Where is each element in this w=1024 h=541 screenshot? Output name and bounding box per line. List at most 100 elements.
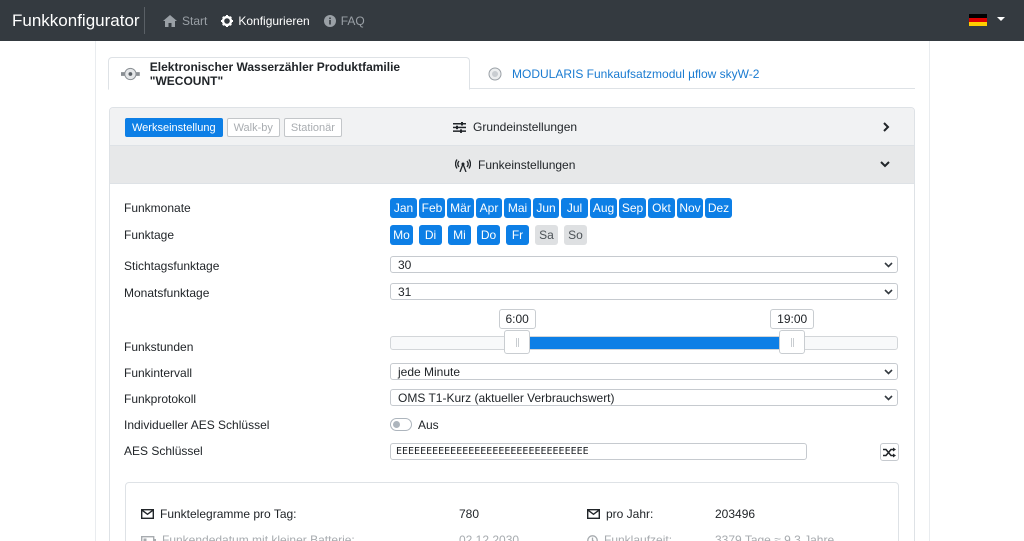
section-grundeinstellungen[interactable]: Werkseinstellung Walk-by Stationär Grund… (110, 108, 914, 146)
funkstunden-label: Funkstunden (124, 340, 194, 354)
stat-per-year-label-text: pro Jahr: (606, 507, 654, 521)
monatsfunktage-value: 31 (398, 284, 412, 299)
stat-end-date-label: Funkendedatum mit kleiner Batterie: (141, 533, 355, 541)
tab-modularis-label: MODULARIS Funkaufsatzmodul µflow skyW-2 (512, 66, 760, 81)
day-chip-fr[interactable]: Fr (506, 225, 529, 245)
aes-individuell-value: Aus (418, 418, 439, 432)
nav-konfigurieren[interactable]: Konfigurieren (221, 13, 310, 28)
month-chip-feb[interactable]: Feb (419, 198, 445, 218)
nav-start-label: Start (182, 13, 208, 28)
funkintervall-value: jede Minute (398, 364, 461, 379)
month-chip-mär[interactable]: Mär (447, 198, 474, 218)
month-chip-dez[interactable]: Dez (705, 198, 732, 218)
envelope-icon (587, 509, 600, 519)
month-chip-aug[interactable]: Aug (590, 198, 617, 218)
clock-icon (587, 534, 598, 541)
day-chip-mo[interactable]: Mo (390, 225, 413, 245)
shuffle-icon (883, 447, 896, 457)
preset-buttons: Werkseinstellung Walk-by Stationär (125, 118, 346, 137)
stat-runtime-value: 3379 Tage ≈ 9,3 Jahre (715, 533, 835, 541)
battery-icon (141, 535, 156, 541)
funkintervall-label: Funkintervall (124, 366, 193, 380)
grund-title: Grundeinstellungen (453, 120, 577, 134)
monatsfunktage-select[interactable]: 31 (390, 283, 898, 300)
stichtagsfunktage-value: 30 (398, 257, 412, 272)
stat-runtime-label-text: Funklaufzeit: (604, 533, 673, 541)
brand-title[interactable]: Funkkonfigurator (0, 11, 144, 31)
aes-schluessel-label: AES Schlüssel (124, 444, 203, 458)
funk-title-label: Funkeinstellungen (478, 158, 576, 172)
slider-end-tooltip: 19:00 (770, 309, 815, 329)
funkmonate-label: Funkmonate (124, 201, 191, 215)
funkstunden-slider[interactable] (390, 336, 898, 350)
chevron-right-icon[interactable] (882, 122, 890, 132)
month-chip-sep[interactable]: Sep (619, 198, 646, 218)
month-chip-jul[interactable]: Jul (561, 198, 588, 218)
month-chip-nov[interactable]: Nov (677, 198, 703, 218)
funk-title: Funkeinstellungen (455, 158, 575, 172)
day-chip-so[interactable]: So (564, 225, 587, 245)
nav-start[interactable]: Start (163, 14, 207, 28)
tab-wecount[interactable]: Elektronischer Wasserzähler Produktfamil… (108, 57, 470, 90)
funktage-label: Funktage (124, 228, 175, 242)
stat-per-year-value: 203496 (715, 507, 756, 521)
day-chip-di[interactable]: Di (419, 225, 442, 245)
day-chips: Mo Di Mi Do Fr Sa So (390, 225, 593, 245)
stichtagsfunktage-label: Stichtagsfunktage (124, 259, 220, 273)
stat-runtime-label: Funklaufzeit: (587, 533, 672, 541)
envelope-icon (141, 509, 154, 519)
slider-start-handle[interactable] (504, 330, 530, 354)
aes-individuell-label: Individueller AES Schlüssel (124, 418, 270, 432)
aes-key-input[interactable]: EEEEEEEEEEEEEEEEEEEEEEEEEEEEEEEE (390, 443, 807, 460)
month-chip-apr[interactable]: Apr (476, 198, 502, 218)
stat-end-date-label-text: Funkendedatum mit kleiner Batterie: (162, 533, 355, 541)
stat-per-day-value: 780 (459, 507, 480, 521)
info-icon (323, 14, 336, 27)
product-tabs: Elektronischer Wasserzähler Produktfamil… (108, 57, 915, 90)
preset-werkseinstellung-button[interactable]: Werkseinstellung (125, 118, 223, 137)
funkprotokoll-label: Funkprotokoll (124, 392, 197, 406)
month-chip-mai[interactable]: Mai (504, 198, 531, 218)
chevron-down-icon[interactable] (880, 160, 890, 168)
section-funkeinstellungen[interactable]: Funkeinstellungen (110, 146, 914, 184)
grund-title-label: Grundeinstellungen (473, 120, 578, 134)
home-icon (163, 14, 177, 27)
tab-wecount-label: Elektronischer Wasserzähler Produktfamil… (149, 59, 401, 88)
language-dropdown-caret[interactable] (997, 17, 1005, 21)
funkprotokoll-value: OMS T1-Kurz (aktueller Verbrauchswert) (398, 390, 615, 405)
month-chip-okt[interactable]: Okt (648, 198, 675, 218)
funkintervall-select[interactable]: jede Minute (390, 363, 898, 380)
preset-stationaer-button[interactable]: Stationär (283, 118, 342, 137)
monatsfunktage-label: Monatsfunktage (124, 286, 210, 300)
gear-icon (221, 14, 234, 27)
aes-individuell-toggle[interactable] (390, 418, 412, 431)
nav-faq[interactable]: FAQ (323, 13, 365, 28)
radio-module-icon (488, 67, 502, 80)
funkprotokoll-select[interactable]: OMS T1-Kurz (aktueller Verbrauchswert) (390, 389, 898, 406)
stat-per-day-label-text: Funktelegramme pro Tag: (160, 507, 297, 521)
slider-end-handle[interactable] (779, 330, 806, 354)
day-chip-sa[interactable]: Sa (535, 225, 558, 245)
slider-range-fill (518, 337, 794, 349)
nav-faq-label: FAQ (340, 13, 365, 28)
month-chip-jan[interactable]: Jan (390, 198, 417, 218)
chevron-down-icon (884, 369, 893, 375)
month-chip-jun[interactable]: Jun (533, 198, 559, 218)
stichtagsfunktage-select[interactable]: 30 (390, 256, 898, 273)
day-chip-do[interactable]: Do (477, 225, 500, 245)
stat-per-year-label: pro Jahr: (587, 507, 653, 521)
chevron-down-icon (884, 289, 893, 295)
chevron-down-icon (884, 395, 893, 401)
chevron-down-icon (884, 262, 893, 268)
sliders-icon (453, 121, 466, 133)
nav-konfigurieren-label: Konfigurieren (238, 13, 310, 28)
generate-key-button[interactable] (880, 443, 899, 461)
preset-walkby-button[interactable]: Walk-by (226, 118, 280, 137)
stat-end-date-value: 02.12.2030 (459, 533, 520, 541)
antenna-icon (455, 158, 471, 172)
tab-modularis[interactable]: MODULARIS Funkaufsatzmodul µflow skyW-2 (476, 57, 771, 90)
navbar: Funkkonfigurator Start Konfigurieren FAQ (0, 0, 1024, 41)
slider-start-tooltip: 6:00 (498, 309, 536, 329)
de-flag-icon[interactable] (969, 14, 987, 26)
day-chip-mi[interactable]: Mi (448, 225, 471, 245)
